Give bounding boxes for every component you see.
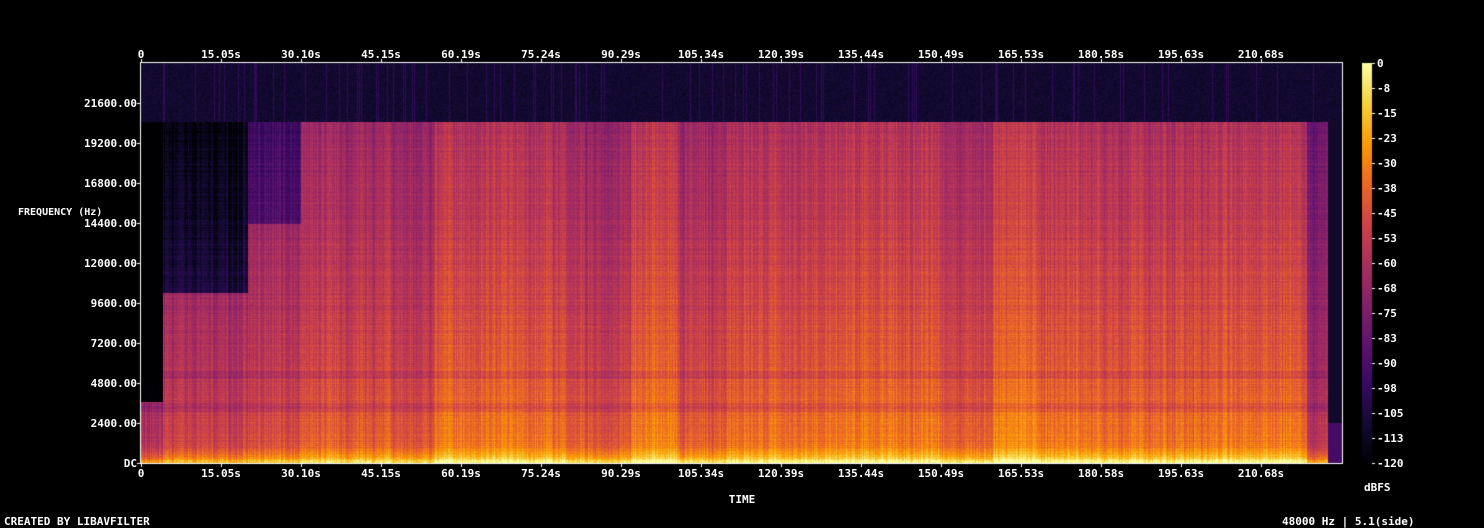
x-axis-label: TIME xyxy=(728,493,756,506)
colorbar-tick-label: -8 xyxy=(1377,82,1391,95)
x-tick-label-top: 210.68s xyxy=(1237,48,1285,61)
y-tick-label: 12000.00 xyxy=(84,257,137,270)
colorbar-tick-label: -75 xyxy=(1377,307,1397,320)
y-axis-label: FREQUENCY (Hz) xyxy=(18,207,102,219)
colorbar-unit: dBFS xyxy=(1364,481,1391,494)
x-tick-label-top: 15.05s xyxy=(201,48,241,61)
y-tick-label: DC xyxy=(123,457,137,470)
x-tick-label: 0 xyxy=(137,467,145,480)
colorbar-tick-label: -30 xyxy=(1377,157,1397,170)
y-tick-label: 2400.00 xyxy=(90,417,137,430)
x-tick-label-top: 150.49s xyxy=(917,48,965,61)
sample-info: 48000 Hz | 5.1(side) xyxy=(1282,515,1415,528)
colorbar-tick-label: -113 xyxy=(1377,432,1404,445)
x-tick-label: 150.49s xyxy=(917,467,965,480)
x-tick-label-top: 0 xyxy=(137,48,145,61)
credit-text: CREATED BY LIBAVFILTER xyxy=(4,515,150,528)
x-tick-label-top: 90.29s xyxy=(601,48,641,61)
x-tick-label: 135.44s xyxy=(837,467,885,480)
x-tick-label: 45.15s xyxy=(361,467,401,480)
spectrogram-canvas xyxy=(0,0,1484,528)
colorbar-tick-label: -98 xyxy=(1377,382,1397,395)
x-tick-label: 60.19s xyxy=(441,467,481,480)
y-tick-label: 14400.00 xyxy=(84,217,137,230)
x-tick-label-top: 60.19s xyxy=(441,48,481,61)
y-tick-label: 16800.00 xyxy=(84,177,137,190)
colorbar-tick-label: -83 xyxy=(1377,332,1397,345)
x-tick-label: 120.39s xyxy=(757,467,805,480)
y-tick-label: 4800.00 xyxy=(90,377,137,390)
x-tick-label-top: 30.10s xyxy=(281,48,321,61)
x-tick-label-top: 135.44s xyxy=(837,48,885,61)
x-tick-label-top: 180.58s xyxy=(1077,48,1125,61)
x-tick-label: 30.10s xyxy=(281,467,321,480)
colorbar-tick-label: -120 xyxy=(1377,457,1404,470)
colorbar-tick-label: -45 xyxy=(1377,207,1397,220)
x-tick-label-top: 165.53s xyxy=(997,48,1045,61)
colorbar-tick-label: -105 xyxy=(1377,407,1404,420)
colorbar-tick-label: -15 xyxy=(1377,107,1397,120)
x-tick-label: 90.29s xyxy=(601,467,641,480)
colorbar-tick-label: -53 xyxy=(1377,232,1397,245)
colorbar-tick-label: -68 xyxy=(1377,282,1397,295)
x-tick-label: 180.58s xyxy=(1077,467,1125,480)
y-tick-label: 9600.00 xyxy=(90,297,137,310)
colorbar-tick-label: 0 xyxy=(1377,57,1384,70)
x-tick-label-top: 105.34s xyxy=(677,48,725,61)
x-tick-label: 15.05s xyxy=(201,467,241,480)
x-tick-label: 195.63s xyxy=(1157,467,1205,480)
x-tick-label-top: 75.24s xyxy=(521,48,561,61)
x-tick-label: 105.34s xyxy=(677,467,725,480)
x-tick-label-top: 120.39s xyxy=(757,48,805,61)
y-tick-label: 21600.00 xyxy=(84,97,137,110)
colorbar-tick-label: -23 xyxy=(1377,132,1397,145)
colorbar-tick-label: -60 xyxy=(1377,257,1397,270)
x-tick-label-top: 195.63s xyxy=(1157,48,1205,61)
x-tick-label: 165.53s xyxy=(997,467,1045,480)
x-tick-label: 75.24s xyxy=(521,467,561,480)
colorbar-tick-label: -38 xyxy=(1377,182,1397,195)
x-tick-label: 210.68s xyxy=(1237,467,1285,480)
colorbar-tick-label: -90 xyxy=(1377,357,1397,370)
y-tick-label: 19200.00 xyxy=(84,137,137,150)
y-tick-label: 7200.00 xyxy=(90,337,137,350)
x-tick-label-top: 45.15s xyxy=(361,48,401,61)
